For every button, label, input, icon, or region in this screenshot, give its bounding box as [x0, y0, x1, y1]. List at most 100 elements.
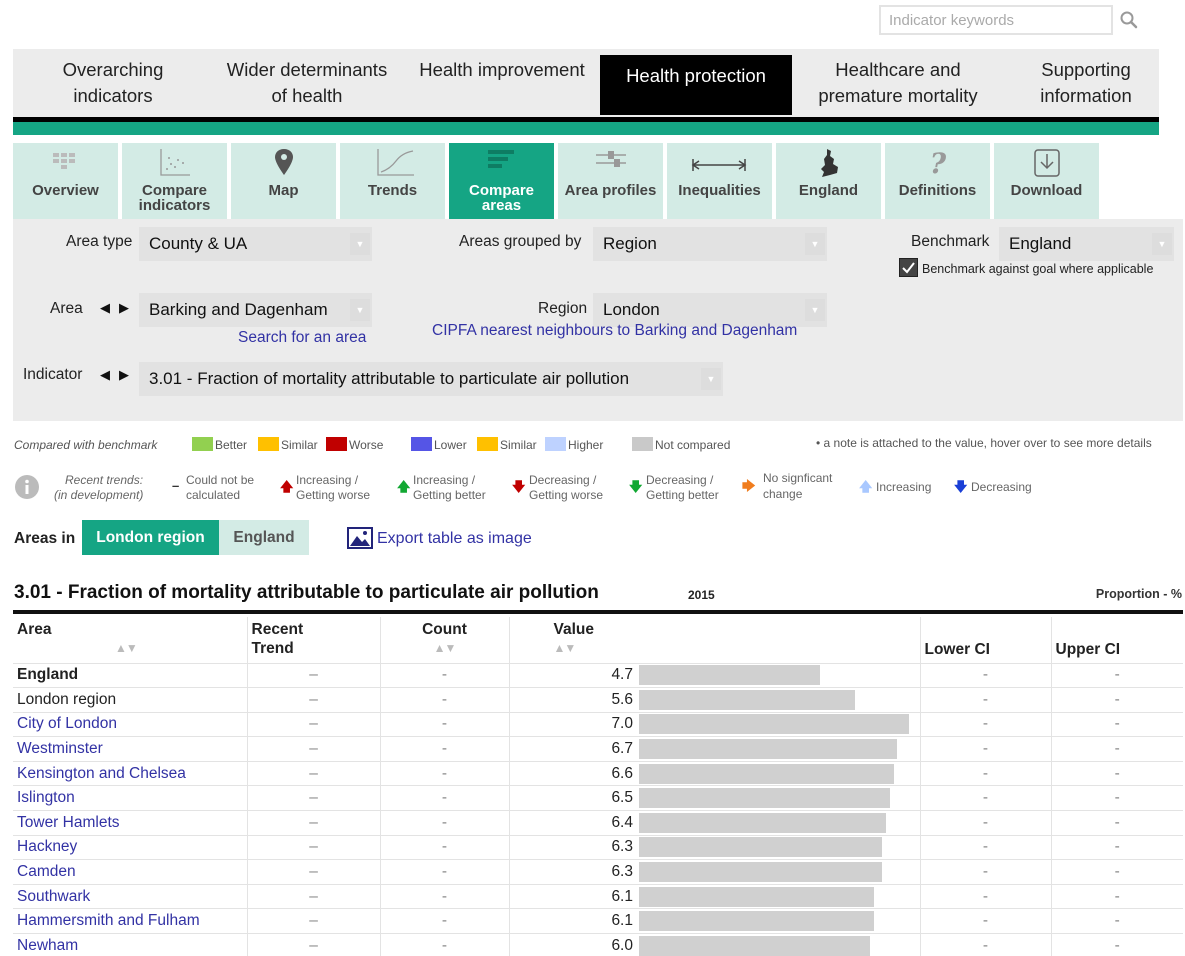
tab-area-profiles[interactable]: Area profiles: [558, 143, 663, 219]
bar-chart-icon: [488, 150, 514, 168]
legend-no-sig: No signficant: [763, 471, 833, 485]
swatch-higher: [545, 437, 566, 451]
cell-value: 6.1: [508, 908, 639, 934]
indicator-next-button[interactable]: ▶: [119, 367, 129, 383]
indicator-select[interactable]: 3.01 - Fraction of mortality attributabl…: [139, 362, 723, 396]
cell-upper-ci: -: [1050, 908, 1183, 934]
map-pin-icon: [275, 149, 293, 175]
col-count[interactable]: Count ▲▼: [379, 617, 509, 663]
arrow-up-lightblue-icon: 🡅: [859, 479, 873, 494]
legend-inc-better: Increasing /: [413, 473, 476, 487]
indicator-prev-button[interactable]: ◀: [100, 367, 110, 383]
area-name[interactable]: Westminster: [17, 740, 103, 757]
england-button[interactable]: England: [219, 520, 309, 555]
tab-inequalities[interactable]: Inequalities: [667, 143, 772, 219]
area-type-select[interactable]: County & UA ▼: [139, 227, 372, 261]
sort-icon[interactable]: ▲▼: [385, 639, 505, 658]
table-rule: [13, 610, 1183, 614]
area-next-button[interactable]: ▶: [119, 300, 129, 316]
region-label: Region: [538, 300, 588, 317]
area-name[interactable]: Kensington and Chelsea: [17, 765, 186, 782]
col-value[interactable]: Value ▲▼: [508, 617, 639, 663]
export-table-link[interactable]: Export table as image: [377, 530, 532, 548]
tab-compare-areas[interactable]: Compare areas: [449, 143, 554, 219]
cell-value: 4.7: [508, 662, 639, 688]
benchmark-select[interactable]: England ▼: [999, 227, 1174, 261]
areas-grouped-select[interactable]: Region ▼: [593, 227, 827, 261]
area-name[interactable]: Hammersmith and Fulham: [17, 912, 200, 929]
tab-compare-indicators[interactable]: Compare indicators: [122, 143, 227, 219]
cell-area[interactable]: Westminster: [13, 736, 247, 762]
table-row: Camden – -6.3- -: [13, 859, 1183, 885]
cell-count: -: [379, 662, 509, 688]
cell-trend: –: [246, 760, 380, 786]
col-area[interactable]: Area ▲▼: [13, 617, 247, 663]
legend-similar-2: Similar: [500, 438, 537, 452]
tab-overview[interactable]: Overview: [13, 143, 118, 219]
cell-upper-ci: -: [1050, 736, 1183, 762]
benchmark-goal-checkbox[interactable]: [899, 258, 918, 277]
tab-england[interactable]: England: [776, 143, 881, 219]
indicator-search-input[interactable]: [881, 7, 1111, 33]
cell-area[interactable]: City of London: [13, 711, 247, 737]
area-name[interactable]: Newham: [17, 937, 78, 954]
cell-area[interactable]: Kensington and Chelsea: [13, 760, 247, 786]
cell-area[interactable]: Hackney: [13, 834, 247, 860]
cell-area[interactable]: Tower Hamlets: [13, 810, 247, 836]
tab-trends[interactable]: Trends: [340, 143, 445, 219]
cell-bar: [639, 687, 920, 713]
cell-count: -: [379, 785, 509, 811]
area-type-label: Area type: [66, 233, 133, 250]
legend-dec-worse: Decreasing /: [529, 473, 597, 487]
domain-health-improvement[interactable]: Health improvement: [408, 49, 596, 117]
search-area-link[interactable]: Search for an area: [238, 329, 366, 347]
cell-bar: [639, 908, 920, 934]
image-icon[interactable]: [347, 527, 373, 549]
search-icon[interactable]: [1120, 11, 1138, 29]
area-name[interactable]: Southwark: [17, 888, 90, 905]
cell-area[interactable]: Hammersmith and Fulham: [13, 908, 247, 934]
area-select[interactable]: Barking and Dagenham ▼: [139, 293, 372, 327]
value-bar: [639, 936, 871, 956]
cell-area[interactable]: Camden: [13, 859, 247, 885]
domain-supporting-information[interactable]: Supporting information: [1013, 49, 1159, 117]
tab-map[interactable]: Map: [231, 143, 336, 219]
domain-overarching[interactable]: Overarching indicators: [13, 49, 213, 117]
sort-icon[interactable]: ▲▼: [554, 639, 634, 658]
area-name[interactable]: Hackney: [17, 838, 77, 855]
area-name[interactable]: Tower Hamlets: [17, 814, 120, 831]
cell-lower-ci: -: [919, 933, 1051, 956]
area-name[interactable]: Camden: [17, 863, 76, 880]
area-name[interactable]: Islington: [17, 789, 75, 806]
cell-trend: –: [246, 834, 380, 860]
indicator-search[interactable]: [879, 5, 1113, 35]
table-row: Hammersmith and Fulham – -6.1- -: [13, 908, 1183, 934]
domain-healthcare[interactable]: Healthcare and premature mortality: [798, 49, 998, 117]
legend-could-not-2: calculated: [186, 488, 241, 502]
swatch-similar-2: [477, 437, 498, 451]
cell-lower-ci: -: [919, 785, 1051, 811]
domain-nav: Overarching indicators Wider determinant…: [13, 49, 1159, 117]
value-bar: [639, 739, 898, 760]
england-map-icon: [821, 149, 838, 177]
area-prev-button[interactable]: ◀: [100, 300, 110, 316]
cipfa-neighbours-link[interactable]: CIPFA nearest neighbours to Barking and …: [432, 322, 797, 340]
cell-lower-ci: -: [919, 736, 1051, 762]
domain-health-protection[interactable]: Health protection: [600, 55, 792, 115]
cell-area[interactable]: Southwark: [13, 883, 247, 909]
cell-area[interactable]: Islington: [13, 785, 247, 811]
legend-lower: Lower: [434, 438, 467, 452]
area-name: England: [17, 666, 79, 684]
tab-definitions[interactable]: ? Definitions: [885, 143, 990, 219]
info-icon[interactable]: [14, 474, 40, 500]
area-name[interactable]: City of London: [17, 715, 117, 732]
trend-line-icon: [377, 149, 414, 176]
table-row: England – -4.7- -: [13, 662, 1183, 688]
domain-wider-determinants[interactable]: Wider determinants of health: [213, 49, 401, 117]
cell-area[interactable]: Newham: [13, 933, 247, 956]
tab-download[interactable]: Download: [994, 143, 1099, 219]
cell-upper-ci: -: [1050, 810, 1183, 836]
sort-icon[interactable]: ▲▼: [17, 639, 243, 658]
cell-bar: [639, 859, 920, 885]
london-region-button[interactable]: London region: [82, 520, 219, 555]
